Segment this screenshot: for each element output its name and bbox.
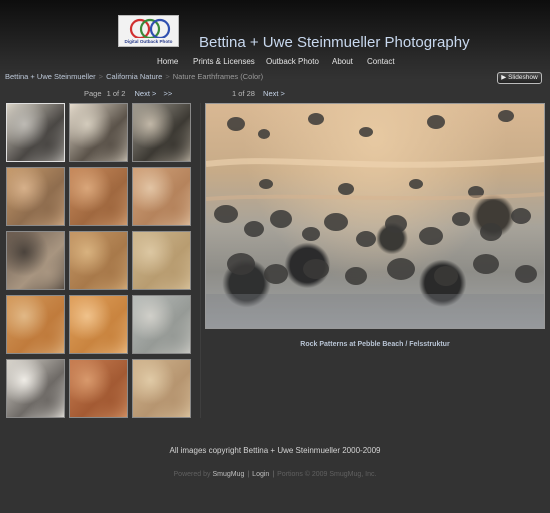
- copyright-text: All images copyright Bettina + Uwe Stein…: [169, 446, 381, 455]
- thumbnail[interactable]: [132, 167, 191, 226]
- portions-text: Portions © 2009 SmugMug, Inc.: [277, 471, 377, 478]
- nav-about[interactable]: About: [332, 57, 353, 66]
- thumbnail[interactable]: [69, 231, 128, 290]
- thumbnail-grid: [0, 0, 200, 420]
- footer-divider: |: [272, 471, 275, 478]
- main-photo[interactable]: [205, 103, 545, 329]
- nav-prints-licenses[interactable]: Prints & Licenses: [193, 57, 255, 66]
- thumbnail[interactable]: [69, 295, 128, 354]
- powered-by-label: Powered by: [173, 471, 211, 478]
- slideshow-button[interactable]: ▶ Slideshow: [497, 72, 542, 84]
- column-divider: [200, 103, 201, 418]
- thumbnail[interactable]: [132, 231, 191, 290]
- thumbnail[interactable]: [69, 103, 128, 162]
- photo-position: 1 of 28: [232, 89, 255, 98]
- nav-contact[interactable]: Contact: [367, 57, 395, 66]
- photo-caption: Rock Patterns at Pebble Beach / Felsstru…: [300, 341, 450, 348]
- thumbnail[interactable]: [6, 231, 65, 290]
- footer-links: Powered by SmugMug | Login | Portions © 2009…: [0, 471, 550, 478]
- rock-pattern-image: [206, 110, 544, 328]
- login-link[interactable]: Login: [252, 471, 269, 478]
- photo-next-link[interactable]: Next >: [263, 89, 285, 98]
- footer-divider: |: [247, 471, 250, 478]
- photo-pager: 1 of 28 Next >: [232, 89, 285, 98]
- thumbnail[interactable]: [6, 295, 65, 354]
- smugmug-link[interactable]: SmugMug: [212, 471, 244, 478]
- thumbnail[interactable]: [132, 103, 191, 162]
- thumbnail[interactable]: [132, 295, 191, 354]
- nav-outback-photo[interactable]: Outback Photo: [266, 57, 319, 66]
- thumbnail[interactable]: [6, 167, 65, 226]
- thumbnail[interactable]: [69, 167, 128, 226]
- site-title[interactable]: Bettina + Uwe Steinmueller Photography: [199, 34, 470, 51]
- thumbnail[interactable]: [132, 359, 191, 418]
- slideshow-label: Slideshow: [508, 74, 538, 81]
- play-icon: ▶: [501, 74, 507, 81]
- thumbnail[interactable]: [69, 359, 128, 418]
- thumbnail[interactable]: [6, 103, 65, 162]
- thumbnail[interactable]: [6, 359, 65, 418]
